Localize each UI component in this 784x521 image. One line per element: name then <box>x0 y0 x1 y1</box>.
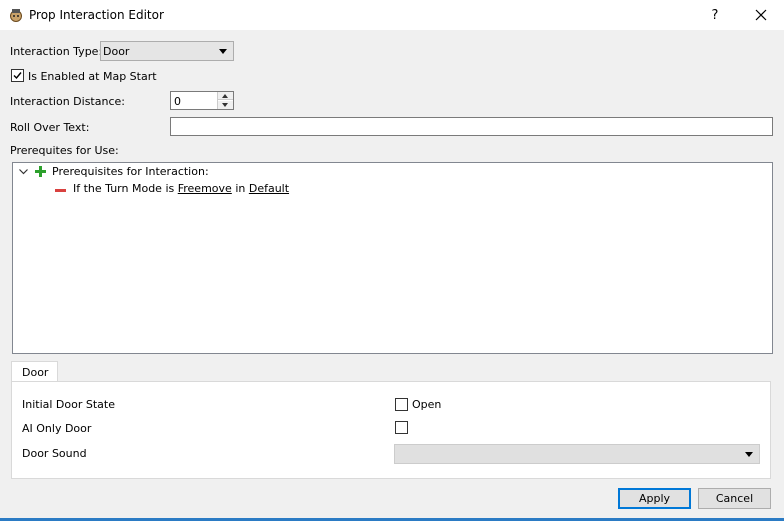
rollover-label: Roll Over Text: <box>10 121 90 134</box>
enabled-checkbox[interactable] <box>11 69 24 82</box>
add-icon[interactable] <box>35 166 46 177</box>
spin-up-icon <box>222 94 228 98</box>
condition-connector: in <box>235 182 246 195</box>
spin-down-button[interactable] <box>218 101 233 109</box>
open-checkbox[interactable] <box>395 398 408 411</box>
spin-up-button[interactable] <box>218 92 233 100</box>
tree-root-label[interactable]: Prerequisites for Interaction: <box>52 165 209 178</box>
prerequisites-tree[interactable]: Prerequisites for Interaction: If the Tu… <box>12 162 773 354</box>
condition-mode-link[interactable]: Freemove <box>178 182 232 195</box>
condition-prefix: If the Turn Mode is <box>73 182 175 195</box>
cancel-button[interactable]: Cancel <box>698 488 771 509</box>
initial-state-label: Initial Door State <box>22 398 116 411</box>
distance-label: Interaction Distance: <box>10 95 125 108</box>
enabled-label: Is Enabled at Map Start <box>28 70 157 83</box>
distance-value: 0 <box>174 95 181 108</box>
tab-door[interactable]: Door <box>11 361 58 382</box>
help-button[interactable]: ? <box>700 0 730 30</box>
door-panel: Initial Door State Open AI Only Door Doo… <box>11 381 771 479</box>
ai-only-label: AI Only Door <box>22 422 92 435</box>
ai-only-checkbox[interactable] <box>395 421 408 434</box>
app-icon <box>10 9 22 22</box>
rollover-input[interactable] <box>170 117 773 136</box>
door-sound-select[interactable] <box>394 444 760 464</box>
remove-icon[interactable] <box>55 189 66 192</box>
open-label: Open <box>412 398 442 411</box>
spin-down-icon <box>222 103 228 107</box>
chevron-down-icon[interactable] <box>19 169 28 175</box>
condition-target-link[interactable]: Default <box>249 182 289 195</box>
title-bar: Prop Interaction Editor ? <box>0 0 784 30</box>
close-icon <box>755 9 767 21</box>
tree-condition[interactable]: If the Turn Mode is Freemove in Default <box>73 182 289 195</box>
close-button[interactable] <box>744 0 778 30</box>
checkmark-icon <box>13 72 22 80</box>
interaction-type-label: Interaction Type: <box>10 45 103 58</box>
distance-spinbox[interactable]: 0 <box>170 91 234 110</box>
dropdown-arrow-icon <box>219 49 227 54</box>
tab-door-label: Door <box>22 366 49 379</box>
door-sound-label: Door Sound <box>22 447 87 460</box>
interaction-type-select[interactable]: Door <box>100 41 234 61</box>
interaction-type-value: Door <box>103 45 130 58</box>
apply-button[interactable]: Apply <box>618 488 691 509</box>
window-title: Prop Interaction Editor <box>29 8 164 22</box>
dropdown-arrow-icon <box>745 452 753 457</box>
prereq-label: Prerequites for Use: <box>10 144 119 157</box>
